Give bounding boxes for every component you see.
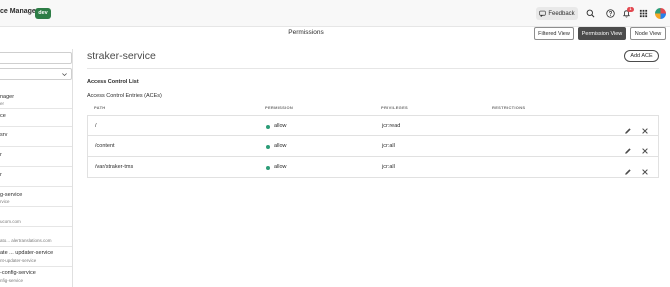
sidebar-item-title: -config-service (0, 270, 36, 276)
sidebar-item[interactable]: ce (0, 109, 72, 127)
sidebar-filter-select[interactable] (0, 68, 72, 80)
notification-badge: 1 (627, 7, 634, 12)
column-header-restrictions: RESTRICTIONS (492, 105, 526, 110)
top-bar: ce Manager dev Feedback 1 (0, 0, 670, 27)
service-title: straker-service (87, 50, 156, 62)
close-icon[interactable] (641, 142, 649, 154)
feedback-label: Feedback (548, 10, 575, 17)
chevron-down-icon (62, 73, 67, 77)
sidebar-item[interactable]: -config-service nfig-service (0, 267, 72, 287)
path-cell: /var/straker-tms (95, 164, 134, 170)
sidebar-item-subtitle: nfig-service (0, 278, 24, 283)
app-title[interactable]: ce Manager (0, 8, 39, 15)
ace-heading: Access Control Entries (ACEs) (87, 93, 162, 99)
allow-status-dot (266, 145, 270, 149)
sidebar-item-title: g-service (0, 192, 23, 198)
sidebar-item[interactable]: nager er (0, 90, 72, 109)
sidebar-item[interactable]: r (0, 147, 72, 167)
sidebar-item-subtitle: rvice (0, 199, 10, 204)
sidebar-item-subtitle: ato... alertranslations.com (0, 238, 52, 243)
page-title: Permissions (288, 29, 324, 36)
acl-heading: Access Control List (87, 79, 139, 85)
search-icon[interactable] (585, 8, 596, 19)
close-icon[interactable] (641, 122, 649, 134)
permission-cell: allow (274, 164, 287, 170)
add-ace-button[interactable]: Add ACE (624, 50, 659, 62)
sidebar-item[interactable]: r (0, 167, 72, 187)
feedback-icon (539, 10, 546, 17)
node-view-button[interactable]: Node View (630, 27, 666, 40)
apps-grid-icon[interactable] (638, 8, 649, 19)
sidebar-item[interactable]: srv (0, 127, 72, 147)
sidebar-search-input[interactable] (0, 52, 72, 64)
sidebar-item-title: nager (0, 94, 15, 100)
close-icon[interactable] (641, 163, 649, 175)
sidebar-item[interactable]: ucom.com (0, 207, 72, 227)
privileges-cell: jcr:all (382, 143, 395, 149)
table-header: PATH PERMISSION PRIVILEGES RESTRICTIONS (87, 103, 659, 113)
edit-icon[interactable] (624, 142, 632, 154)
sidebar-item-title: srv (0, 132, 8, 138)
sidebar-item-title: r (0, 152, 2, 158)
feedback-button[interactable]: Feedback (536, 7, 578, 20)
sidebar-item[interactable]: g-service rvice (0, 187, 72, 207)
permission-view-button[interactable]: Permission View (578, 27, 626, 40)
privileges-cell: jcr:read (382, 123, 401, 129)
permission-cell: allow (274, 123, 287, 129)
column-header-permission: PERMISSION (265, 105, 294, 110)
sidebar-item-title: r (0, 172, 2, 178)
table-row[interactable]: /content allow jcr:all (87, 136, 659, 157)
sidebar: nager er ce srv r r g-service rvice ucom… (0, 49, 73, 287)
path-cell: / (95, 123, 97, 129)
column-header-path: PATH (94, 105, 106, 110)
sidebar-item-title: ate ... updater-service (0, 250, 54, 256)
path-cell: /content (95, 143, 115, 149)
sidebar-item[interactable]: ato... alertranslations.com (0, 227, 72, 247)
sidebar-item[interactable]: ate ... updater-service nt-updater-servi… (0, 247, 72, 267)
edit-icon[interactable] (624, 163, 632, 175)
env-badge: dev (35, 8, 51, 19)
sidebar-item-subtitle: nt-updater-service (0, 258, 37, 263)
allow-status-dot (266, 125, 270, 129)
allow-status-dot (266, 166, 270, 170)
help-icon[interactable] (605, 8, 616, 19)
privileges-cell: jcr:all (382, 164, 395, 170)
sidebar-item-title: ce (0, 113, 6, 119)
column-header-privileges: PRIVILEGES (381, 105, 409, 110)
table-row[interactable]: / allow jcr:read (87, 115, 659, 136)
table-row[interactable]: /var/straker-tms allow jcr:all (87, 157, 659, 178)
filtered-view-button[interactable]: Filtered View (534, 27, 574, 40)
edit-icon[interactable] (624, 122, 632, 134)
sidebar-item-subtitle: ucom.com (0, 219, 21, 224)
permission-cell: allow (274, 143, 287, 149)
sidebar-item-subtitle: er (0, 101, 5, 106)
avatar[interactable] (655, 8, 666, 19)
divider (87, 68, 659, 69)
